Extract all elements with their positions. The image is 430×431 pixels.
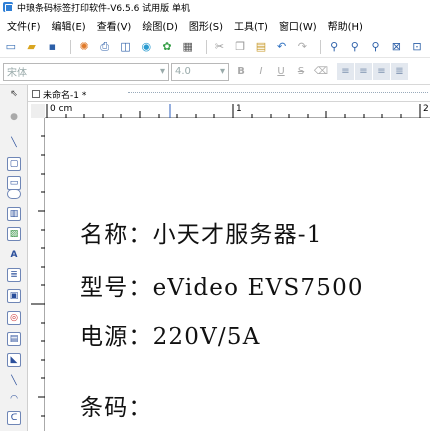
font-family-select[interactable]: 宋体 ▾ <box>3 62 169 81</box>
rectangle-tool-icon[interactable]: ▢ <box>7 157 21 171</box>
ruler-corner <box>31 104 45 118</box>
tab-divider <box>128 92 428 96</box>
drawing-toolbox: ⇖ ● ╲ ▢ ▭ ▥ ▨ A ≣ ▣ ◎ ▤ ◣ ╲ ◠ ᑕ <box>0 85 28 431</box>
app-logo-icon <box>3 2 13 12</box>
bezier-tool-icon[interactable]: ᑕ <box>7 411 21 425</box>
strikethrough-button[interactable]: S <box>293 64 309 80</box>
menu-edit[interactable]: 编辑(E) <box>49 18 89 33</box>
table-tool-icon[interactable]: ▤ <box>7 332 21 346</box>
tab-label: 未命名-1 * <box>43 90 87 101</box>
label-canvas[interactable]: 名称：小天才服务器-1 型号：eVideo EVS7500 电源：220V/5A… <box>46 119 430 431</box>
print-preview-icon[interactable]: ◫ <box>118 39 134 55</box>
menu-window[interactable]: 窗口(W) <box>276 18 320 33</box>
copy-icon[interactable]: ❐ <box>232 39 248 55</box>
eraser-icon[interactable]: ⌫ <box>313 64 329 80</box>
zoom-fit-icon[interactable]: ⚲ <box>368 39 384 55</box>
align-justify-icon[interactable]: ≣ <box>391 63 408 80</box>
ruler-label-0: 0 cm <box>50 104 73 114</box>
menu-tools[interactable]: 工具(T) <box>231 18 271 33</box>
menu-help[interactable]: 帮助(H) <box>325 18 366 33</box>
undo-icon[interactable]: ↶ <box>274 39 290 55</box>
qrcode-tool-icon[interactable]: ▣ <box>7 289 21 303</box>
app-window: 中琅条码标签打印软件-V6.5.6 试用版 单机 文件(F) 编辑(E) 查看(… <box>0 0 430 431</box>
menu-draw[interactable]: 绘图(D) <box>139 18 181 33</box>
document-icon <box>32 90 40 98</box>
ellipse-tool-icon[interactable] <box>7 189 21 199</box>
tab-untitled-1[interactable]: 未命名-1 * <box>32 87 86 101</box>
cut-icon[interactable]: ✂ <box>212 39 228 55</box>
zoom-in-icon[interactable]: ⚲ <box>326 39 342 55</box>
database-icon[interactable]: ◉ <box>138 39 154 55</box>
label-text-name[interactable]: 名称：小天才服务器-1 <box>80 215 323 249</box>
zoom-actual-icon[interactable]: ⊡ <box>409 39 425 55</box>
toolbar-separator <box>205 39 207 54</box>
vertical-ruler <box>31 118 45 431</box>
text-tool-icon[interactable]: A <box>7 249 21 263</box>
menu-shape[interactable]: 图形(S) <box>186 18 226 33</box>
toolbar-separator <box>70 39 72 54</box>
zoom-out-icon[interactable]: ⚲ <box>347 39 363 55</box>
wizard-icon[interactable]: ✿ <box>159 39 175 55</box>
polyline-tool-icon[interactable]: ╲ <box>7 375 21 389</box>
image-tool-icon[interactable]: ▨ <box>7 227 21 241</box>
menu-file[interactable]: 文件(F) <box>4 18 44 33</box>
arc-tool-icon[interactable]: ◠ <box>7 393 21 407</box>
barcode-tool-icon[interactable]: ▥ <box>7 207 21 221</box>
label-text-barcode[interactable]: 条码： <box>80 388 153 422</box>
grid-icon[interactable]: ▦ <box>180 39 196 55</box>
label-text-power[interactable]: 电源：220V/5A <box>80 317 261 351</box>
paste-icon[interactable]: ▤ <box>253 39 269 55</box>
font-family-value: 宋体 <box>7 68 27 79</box>
ruler-label-2: 2 <box>423 104 429 114</box>
vertical-ruler-ticks <box>31 135 45 417</box>
settings-icon[interactable]: ✺ <box>76 39 92 55</box>
shape-tool-icon[interactable]: ◎ <box>7 311 21 325</box>
align-right-icon[interactable]: ≡ <box>373 63 390 80</box>
rounded-rect-tool-icon[interactable]: ▭ <box>7 176 21 190</box>
new-file-icon[interactable]: ▭ <box>3 39 19 55</box>
ruler-label-1: 1 <box>236 104 242 114</box>
horizontal-ruler: 0 cm 1 2 <box>45 104 430 118</box>
chevron-down-icon: ▾ <box>159 66 165 77</box>
window-title: 中琅条码标签打印软件-V6.5.6 试用版 单机 <box>17 3 191 14</box>
toolbar-separator <box>320 39 322 54</box>
label-text-model[interactable]: 型号：eVideo EVS7500 <box>80 268 364 302</box>
line-tool-icon[interactable]: ╲ <box>7 137 21 151</box>
chevron-down-icon: ▾ <box>219 66 225 77</box>
rtf-text-tool-icon[interactable]: ≣ <box>7 268 21 282</box>
save-icon[interactable]: ▪ <box>44 39 60 55</box>
print-icon[interactable]: ⎙ <box>97 39 113 55</box>
main-toolbar: ▭ ▰ ▪ ✺ ⎙ ◫ ◉ ✿ ▦ ✂ ❐ ▤ ↶ ↷ ⚲ ⚲ ⚲ ⊠ ⊡ <box>0 36 430 58</box>
italic-button[interactable]: I <box>253 64 269 80</box>
select-arrow-icon[interactable]: ⇖ <box>7 88 21 102</box>
zoom-page-icon[interactable]: ⊠ <box>388 39 404 55</box>
align-left-icon[interactable]: ≡ <box>337 63 354 80</box>
pan-tool-icon[interactable]: ● <box>7 111 21 125</box>
format-toolbar: 宋体 ▾ 4.0 ▾ B I U S ⌫ ≡ ≡ ≡ ≣ <box>0 59 430 85</box>
font-size-value: 4.0 <box>175 66 191 77</box>
open-folder-icon[interactable]: ▰ <box>24 39 40 55</box>
bold-button[interactable]: B <box>233 64 249 80</box>
menu-view[interactable]: 查看(V) <box>94 18 135 33</box>
document-tab-strip: 未命名-1 * <box>28 86 430 102</box>
font-size-select[interactable]: 4.0 ▾ <box>171 62 229 81</box>
redo-icon[interactable]: ↷ <box>295 39 311 55</box>
underline-button[interactable]: U <box>273 64 289 80</box>
menu-bar: 文件(F) 编辑(E) 查看(V) 绘图(D) 图形(S) 工具(T) 窗口(W… <box>0 16 430 34</box>
title-bar: 中琅条码标签打印软件-V6.5.6 试用版 单机 <box>0 0 430 14</box>
align-center-icon[interactable]: ≡ <box>355 63 372 80</box>
curve-tool-icon[interactable]: ◣ <box>7 353 21 367</box>
